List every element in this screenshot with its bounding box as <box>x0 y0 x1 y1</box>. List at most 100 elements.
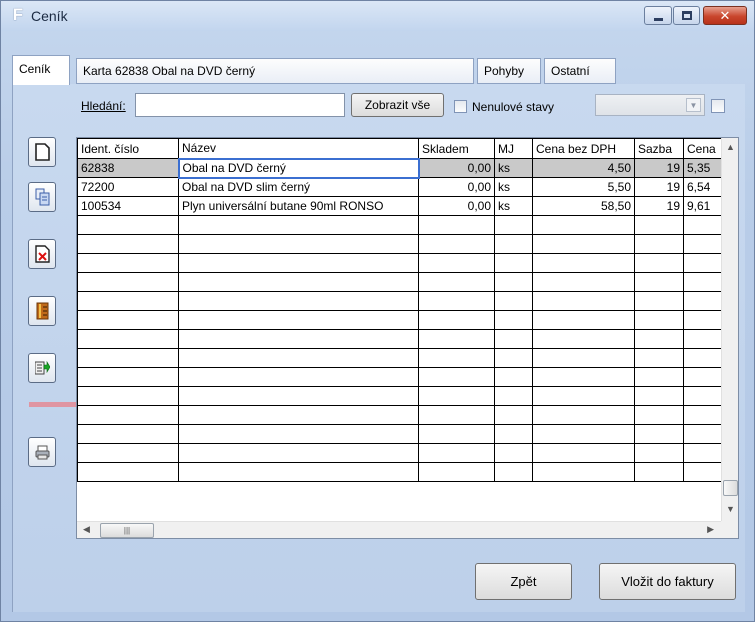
table-cell[interactable] <box>77 291 179 311</box>
table-cell[interactable] <box>494 386 533 406</box>
close-button[interactable]: ✕ <box>703 6 747 25</box>
table-cell[interactable] <box>683 291 723 311</box>
table-cell[interactable]: 9,61 <box>683 196 723 216</box>
table-cell[interactable] <box>418 234 495 254</box>
table-cell[interactable] <box>418 424 495 444</box>
combo-checkbox[interactable] <box>711 99 725 113</box>
table-row[interactable] <box>77 443 723 463</box>
table-row[interactable] <box>77 424 723 444</box>
table-cell[interactable]: Obal na DVD slim černý <box>178 177 419 197</box>
table-cell[interactable] <box>494 443 533 463</box>
maximize-button[interactable] <box>673 6 700 25</box>
table-cell[interactable] <box>532 443 635 463</box>
table-cell[interactable] <box>634 291 684 311</box>
table-cell[interactable] <box>532 386 635 406</box>
table-cell[interactable]: 58,50 <box>532 196 635 216</box>
table-cell[interactable] <box>634 329 684 349</box>
table-cell[interactable]: Plyn universální butane 90ml RONSO <box>178 196 419 216</box>
table-cell[interactable] <box>532 405 635 425</box>
table-cell[interactable]: Obal na DVD černý <box>177 157 420 179</box>
table-cell[interactable] <box>494 272 533 292</box>
column-header[interactable]: Cena <box>683 138 723 159</box>
table-cell[interactable]: 19 <box>634 177 684 197</box>
table-cell[interactable] <box>532 367 635 387</box>
table-cell[interactable] <box>683 329 723 349</box>
chevron-down-icon[interactable]: ▼ <box>686 98 701 112</box>
table-cell[interactable]: 62838 <box>77 158 179 178</box>
table-cell[interactable] <box>683 367 723 387</box>
table-row[interactable] <box>77 329 723 349</box>
table-cell[interactable] <box>178 272 419 292</box>
table-cell[interactable]: ks <box>494 158 533 178</box>
table-cell[interactable] <box>683 215 723 235</box>
table-row[interactable] <box>77 291 723 311</box>
tab-cenik[interactable]: Ceník <box>12 55 70 85</box>
table-cell[interactable] <box>418 405 495 425</box>
table-cell[interactable] <box>634 386 684 406</box>
table-cell[interactable] <box>178 462 419 482</box>
table-cell[interactable] <box>494 424 533 444</box>
table-cell[interactable] <box>77 253 179 273</box>
table-cell[interactable] <box>77 310 179 330</box>
search-input[interactable] <box>135 93 345 117</box>
new-record-button[interactable] <box>28 137 56 167</box>
table-cell[interactable]: 5,50 <box>532 177 635 197</box>
table-cell[interactable] <box>418 348 495 368</box>
table-cell[interactable] <box>634 424 684 444</box>
table-cell[interactable] <box>178 405 419 425</box>
delete-record-button[interactable] <box>28 239 56 269</box>
table-cell[interactable] <box>418 462 495 482</box>
table-cell[interactable] <box>494 329 533 349</box>
scroll-up-icon[interactable]: ▲ <box>726 142 735 152</box>
items-grid[interactable]: Ident. číslo Název Skladem MJ Cena bez DPH Sa… <box>76 137 739 539</box>
show-all-button[interactable]: Zobrazit vše <box>351 93 444 117</box>
horizontal-scrollbar[interactable]: ◀ ||| ▶ <box>77 521 722 538</box>
table-cell[interactable] <box>532 215 635 235</box>
table-row[interactable] <box>77 386 723 406</box>
table-cell[interactable] <box>418 291 495 311</box>
filter-combo[interactable]: ▼ <box>595 94 705 116</box>
table-cell[interactable]: ks <box>494 177 533 197</box>
table-cell[interactable] <box>532 310 635 330</box>
table-cell[interactable]: 0,00 <box>418 177 495 197</box>
table-cell[interactable] <box>683 272 723 292</box>
table-cell[interactable] <box>532 291 635 311</box>
table-cell[interactable] <box>683 348 723 368</box>
table-cell[interactable] <box>178 424 419 444</box>
table-cell[interactable] <box>634 234 684 254</box>
nonzero-checkbox[interactable] <box>454 100 467 113</box>
table-cell[interactable] <box>418 443 495 463</box>
catalog-button[interactable] <box>28 296 56 326</box>
table-row[interactable] <box>77 367 723 387</box>
table-cell[interactable]: 72200 <box>77 177 179 197</box>
table-cell[interactable] <box>77 234 179 254</box>
table-row[interactable]: 100534 Plyn universální butane 90ml RONSO… <box>77 196 723 216</box>
table-cell[interactable] <box>532 329 635 349</box>
table-cell[interactable]: 0,00 <box>418 158 495 178</box>
table-cell[interactable] <box>77 272 179 292</box>
table-cell[interactable] <box>683 424 723 444</box>
table-row[interactable] <box>77 462 723 482</box>
tab-ostatni[interactable]: Ostatní <box>544 58 616 84</box>
table-cell[interactable] <box>634 272 684 292</box>
table-cell[interactable] <box>532 348 635 368</box>
table-cell[interactable] <box>634 462 684 482</box>
table-cell[interactable] <box>683 310 723 330</box>
table-cell[interactable] <box>532 272 635 292</box>
table-cell[interactable]: 0,00 <box>418 196 495 216</box>
scroll-left-icon[interactable]: ◀ <box>83 524 90 535</box>
column-header[interactable]: MJ <box>494 138 533 159</box>
table-cell[interactable]: ks <box>494 196 533 216</box>
table-cell[interactable] <box>532 234 635 254</box>
table-cell[interactable]: 5,35 <box>683 158 723 178</box>
scroll-right-icon[interactable]: ▶ <box>707 524 714 535</box>
table-row[interactable] <box>77 310 723 330</box>
table-cell[interactable] <box>683 253 723 273</box>
table-cell[interactable] <box>178 234 419 254</box>
table-cell[interactable] <box>634 215 684 235</box>
table-row[interactable]: 62838 Obal na DVD černý 0,00 ks 4,50 19 5,35 <box>77 157 723 179</box>
table-cell[interactable] <box>683 443 723 463</box>
table-cell[interactable] <box>634 348 684 368</box>
table-row[interactable] <box>77 348 723 368</box>
table-cell[interactable] <box>178 386 419 406</box>
